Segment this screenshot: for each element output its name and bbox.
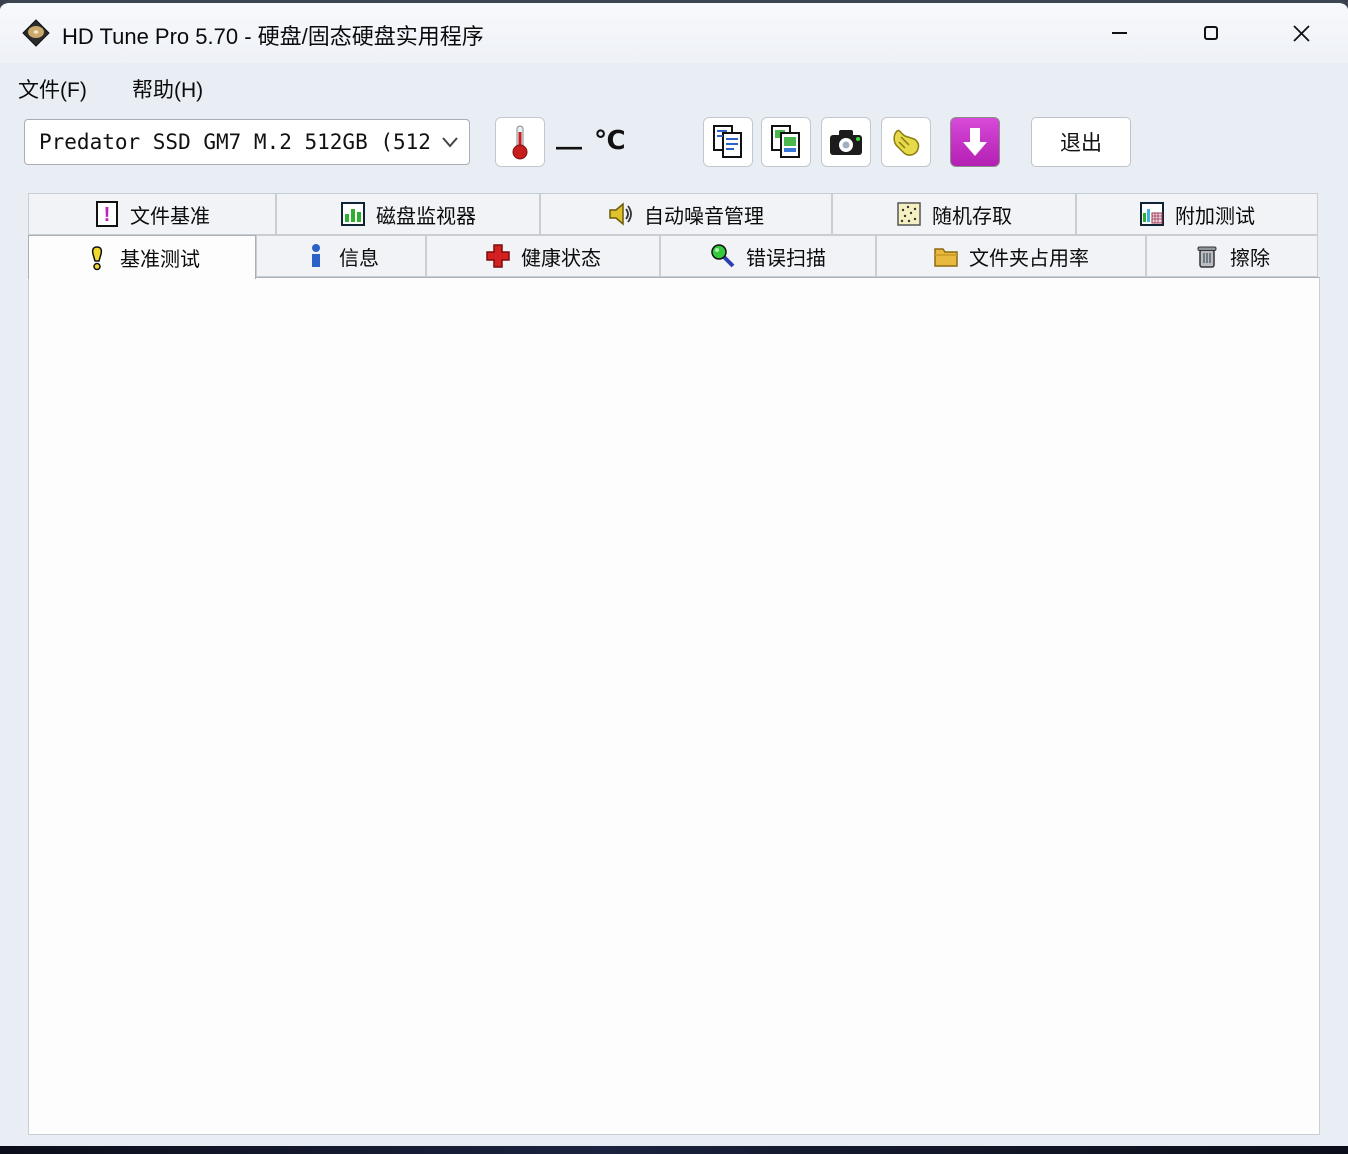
toolbar: Predator SSD GM7 M.2 512GB (512 g — ℃ 退出 (0, 107, 1348, 191)
download-button[interactable] (950, 117, 1000, 167)
tab-label: 磁盘监视器 (376, 205, 476, 228)
tab-benchmark[interactable]: 基准测试 (28, 235, 256, 279)
copy-text-button[interactable] (703, 117, 753, 167)
temperature-button[interactable] (495, 117, 545, 167)
benchmark-panel (28, 277, 1320, 1135)
tab-auto-acoustic[interactable]: 自动噪音管理 (540, 193, 832, 235)
tab-label: 随机存取 (932, 205, 1012, 228)
maximize-button[interactable] (1188, 10, 1234, 56)
tab-disk-monitor[interactable]: 磁盘监视器 (276, 193, 540, 235)
tab-erase[interactable]: 擦除 (1146, 235, 1318, 277)
maximize-icon (1204, 26, 1218, 40)
tab-label: 擦除 (1230, 247, 1270, 270)
tab-label: 自动噪音管理 (644, 205, 764, 228)
menu-help[interactable]: 帮助(H) (126, 70, 209, 108)
tab-label: 文件夹占用率 (969, 247, 1089, 270)
app-window: HD Tune Pro 5.70 - 硬盘/固态硬盘实用程序 文件(F) 帮助(… (0, 0, 1348, 1154)
tab-label: 健康状态 (521, 247, 601, 270)
minimize-button[interactable] (1096, 10, 1142, 56)
tab-extra-tests[interactable]: 附加测试 (1076, 193, 1318, 235)
tab-info[interactable]: 信息 (256, 235, 426, 277)
minimize-icon (1111, 32, 1127, 34)
menu-file[interactable]: 文件(F) (12, 70, 93, 108)
camera-icon (830, 130, 862, 155)
drive-select-value: Predator SSD GM7 M.2 512GB (512 g (39, 130, 441, 154)
copy-image-button[interactable] (761, 117, 811, 167)
close-icon (1292, 24, 1310, 42)
scatter-icon (897, 202, 921, 226)
magnifier-icon (711, 244, 735, 268)
tab-label: 文件基准 (130, 205, 210, 228)
health-cross-icon (486, 244, 510, 268)
thermometer-icon (512, 125, 528, 160)
title-bar: HD Tune Pro 5.70 - 硬盘/固态硬盘实用程序 (0, 3, 1348, 63)
exclamation-icon (91, 245, 103, 270)
exit-button[interactable]: 退出 (1031, 117, 1131, 167)
info-icon (312, 244, 320, 267)
chevron-down-icon (442, 137, 458, 148)
temperature-unit: ℃ (594, 125, 626, 155)
tab-random-access[interactable]: 随机存取 (832, 193, 1076, 235)
doc-exclamation-icon: ! (96, 201, 118, 227)
copy-text-icon (713, 125, 742, 158)
copy-image-icon (771, 125, 800, 158)
tab-folder-usage[interactable]: 文件夹占用率 (876, 235, 1146, 277)
tab-health[interactable]: 健康状态 (426, 235, 660, 277)
menu-bar: 文件(F) 帮助(H) (0, 63, 1348, 107)
tab-error-scan[interactable]: 错误扫描 (660, 235, 876, 277)
svg-text:!: ! (104, 204, 111, 226)
screenshot-button[interactable] (821, 117, 871, 167)
tab-label: 信息 (339, 247, 379, 270)
hand-icon (893, 129, 920, 156)
tab-label: 附加测试 (1175, 205, 1255, 228)
temperature-value: — (556, 131, 582, 161)
drive-select-dropdown[interactable]: Predator SSD GM7 M.2 512GB (512 g (24, 119, 470, 165)
extra-tests-icon (1140, 202, 1164, 226)
download-icon (963, 128, 987, 156)
folder-icon (934, 248, 958, 267)
speaker-icon (609, 202, 632, 226)
tab-label: 基准测试 (120, 249, 200, 271)
exit-label: 退出 (1060, 132, 1102, 155)
disk-monitor-icon (341, 202, 365, 226)
close-button[interactable] (1278, 10, 1324, 56)
trash-icon (1197, 246, 1217, 268)
hdtune-logo-icon (22, 19, 50, 47)
tab-file-benchmark[interactable]: ! 文件基准 (28, 193, 276, 235)
bottom-edge (0, 1146, 1348, 1154)
hand-button[interactable] (881, 117, 931, 167)
window-title: HD Tune Pro 5.70 - 硬盘/固态硬盘实用程序 (62, 24, 484, 49)
tab-label: 错误扫描 (746, 247, 826, 270)
